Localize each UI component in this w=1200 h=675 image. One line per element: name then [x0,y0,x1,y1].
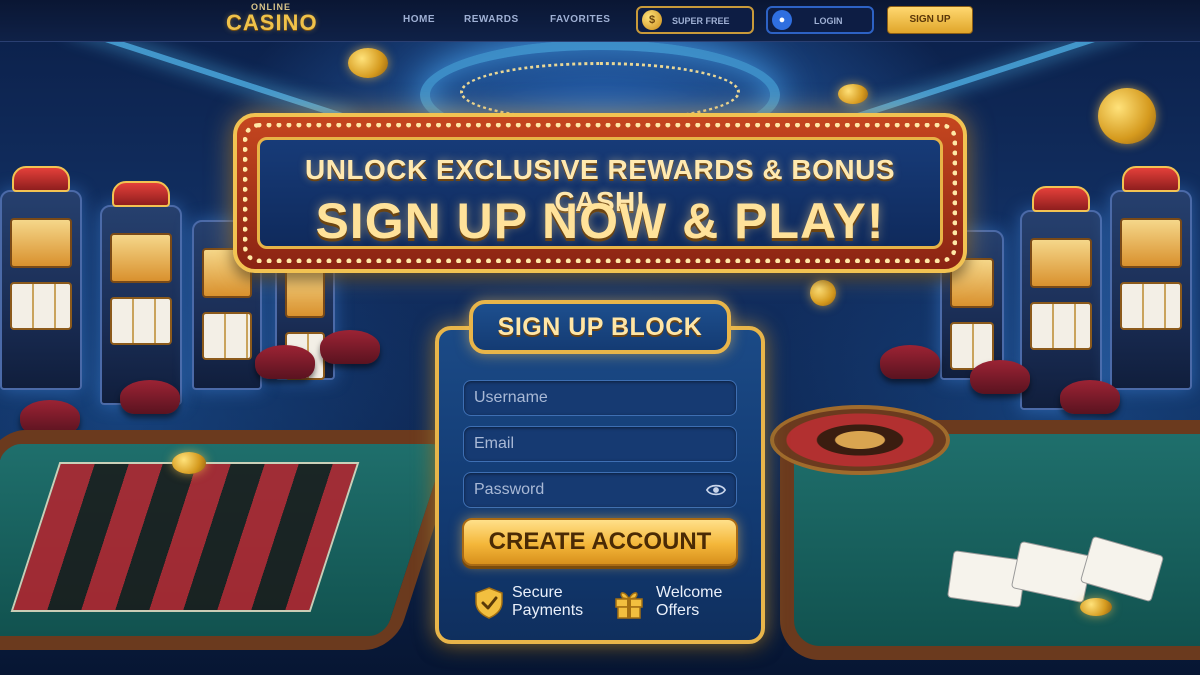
slot-machine [100,181,182,405]
roulette-table [0,430,466,650]
secure-payments-feature: Secure Payments [474,583,604,623]
banner-panel: UNLOCK EXCLUSIVE REWARDS & BONUS CASH! S… [257,137,943,249]
login-label: LOGIN [814,16,843,26]
create-account-button[interactable]: CREATE ACCOUNT [462,518,738,566]
signup-title: SIGN UP BLOCK [497,313,703,341]
roulette-wheel [770,405,950,475]
banner-cta-text: SIGN UP NOW & PLAY! [315,193,885,249]
user-icon: ● [772,10,792,30]
bonus-button[interactable]: $ SUPER FREE [636,6,754,34]
slot-machine [0,166,82,390]
feature-line: Payments [512,602,584,619]
gift-icon [615,592,643,619]
username-field[interactable] [463,380,737,416]
feature-line: Offers [656,602,700,619]
coin-icon [1098,88,1156,144]
coin-icon [348,48,388,78]
email-field[interactable] [463,426,737,462]
bar-stool [255,345,315,379]
welcome-offers-label: Welcome Offers [656,584,722,620]
signup-title-plate: SIGN UP BLOCK [469,300,731,354]
bar-stool [20,400,80,434]
bar-stool [1060,380,1120,414]
coin-icon [838,84,868,104]
bar-stool [320,330,380,364]
logo-text-big: CASINO [226,10,318,35]
coin-icon [172,452,206,474]
username-input[interactable] [474,381,704,415]
bar-stool [880,345,940,379]
email-input[interactable] [474,427,704,461]
feature-line: Secure [512,584,563,601]
coin-icon [1080,598,1112,616]
casino-logo[interactable]: ONLINE CASINO [226,3,318,35]
promo-marquee-banner: UNLOCK EXCLUSIVE REWARDS & BONUS CASH! S… [233,113,967,273]
password-input[interactable] [474,473,704,507]
top-nav-bar: ONLINE CASINO HOME REWARDS FAVORITES $ S… [0,0,1200,42]
shield-check-icon [475,587,503,619]
secure-payments-label: Secure Payments [512,584,583,620]
welcome-offers-feature: Welcome Offers [614,583,744,623]
nav-signup-button[interactable]: SIGN UP [887,6,973,34]
login-button[interactable]: ● LOGIN [766,6,874,34]
bar-stool [120,380,180,414]
bar-stool [970,360,1030,394]
password-field[interactable] [463,472,737,508]
nav-link-favorites[interactable]: FAVORITES [550,14,610,25]
bonus-label: SUPER FREE [672,16,730,26]
coin-icon [810,280,836,306]
feature-line: Welcome [656,584,723,601]
nav-link-rewards[interactable]: REWARDS [464,14,519,25]
nav-link-home[interactable]: HOME [403,14,435,25]
eye-icon[interactable] [706,482,726,498]
coin-icon: $ [642,10,662,30]
slot-machine [1110,166,1192,390]
